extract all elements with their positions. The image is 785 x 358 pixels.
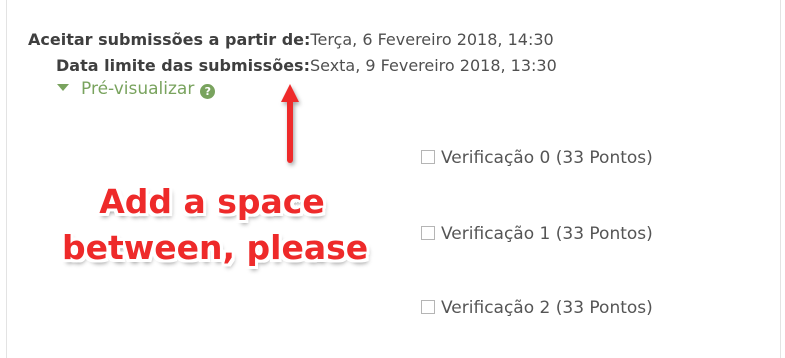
right-frame-border (780, 0, 781, 358)
left-frame-border (6, 0, 7, 358)
accept-submissions-row: Aceitar submissões a partir de:Terça, 6 … (28, 30, 554, 50)
verification-label-1: Verificação 1 (33 Pontos) (441, 224, 653, 244)
annotation-text-line-2: between, please (62, 228, 369, 267)
preview-toggle[interactable]: Pré-visualizar? (57, 79, 216, 99)
checkbox-icon[interactable] (421, 150, 435, 164)
caret-down-icon (57, 84, 69, 91)
verification-label-2: Verificação 2 (33 Pontos) (441, 298, 653, 318)
checkbox-icon[interactable] (421, 226, 435, 240)
accept-submissions-label: Aceitar submissões a partir de: (28, 30, 311, 49)
submission-deadline-label: Data limite das submissões: (56, 56, 310, 75)
accept-submissions-value: Terça, 6 Fevereiro 2018, 14:30 (310, 30, 554, 49)
submission-deadline-row: Data limite das submissões:Sexta, 9 Feve… (56, 56, 557, 76)
annotation-text-line-1: Add a space (99, 182, 325, 221)
verification-label-0: Verificação 0 (33 Pontos) (441, 148, 653, 168)
verification-item-0: Verificação 0 (33 Pontos) (421, 148, 653, 168)
submission-deadline-value: Sexta, 9 Fevereiro 2018, 13:30 (309, 56, 557, 75)
checkbox-icon[interactable] (421, 300, 435, 314)
verification-item-1: Verificação 1 (33 Pontos) (421, 224, 653, 244)
preview-label: Pré-visualizar (81, 79, 195, 99)
verification-item-2: Verificação 2 (33 Pontos) (421, 298, 653, 318)
help-icon[interactable]: ? (200, 84, 216, 99)
annotation-arrow-icon (281, 84, 299, 163)
